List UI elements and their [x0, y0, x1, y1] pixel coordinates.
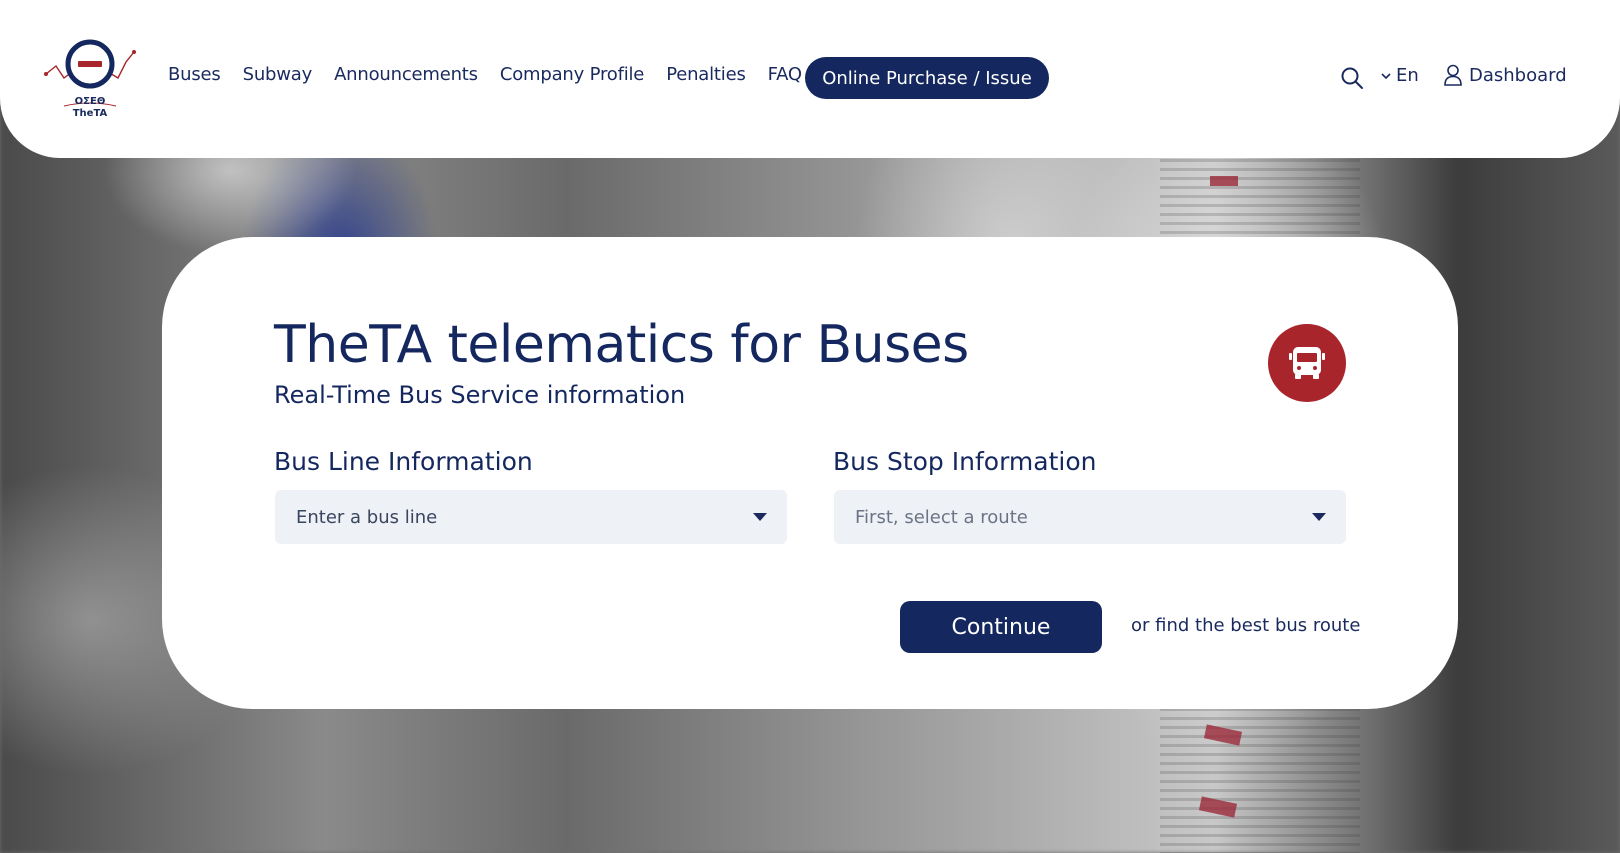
caret-down-icon [1312, 513, 1326, 521]
logo[interactable]: ΟΣΕΘ TheTA [42, 32, 138, 124]
nav-item-penalties[interactable]: Penalties [666, 64, 746, 85]
bus-telematics-card: TheTA telematics for Buses Real-Time Bus… [162, 237, 1458, 709]
chevron-down-icon [1381, 72, 1391, 79]
nav-item-faq[interactable]: FAQ [768, 64, 802, 85]
bus-stop-select[interactable]: First, select a route [834, 490, 1346, 544]
language-label: En [1396, 65, 1419, 86]
caret-down-icon [753, 513, 767, 521]
bus-line-placeholder: Enter a bus line [296, 506, 438, 528]
main-nav: Buses Subway Announcements Company Profi… [168, 64, 824, 85]
site-header: ΟΣΕΘ TheTA Buses Subway Announcements Co… [0, 0, 1620, 158]
dashboard-link[interactable]: Dashboard [1443, 64, 1567, 86]
page-title: TheTA telematics for Buses [274, 315, 969, 375]
bus-icon [1289, 347, 1325, 379]
nav-item-subway[interactable]: Subway [243, 64, 313, 85]
logo-line-1: ΟΣΕΘ [74, 96, 106, 107]
nav-item-buses[interactable]: Buses [168, 64, 221, 85]
bus-stop-label: Bus Stop Information [833, 447, 1097, 476]
page-subtitle: Real-Time Bus Service information [274, 381, 686, 409]
bus-stop-placeholder: First, select a route [855, 506, 1028, 528]
continue-button[interactable]: Continue [900, 601, 1102, 653]
bus-line-label: Bus Line Information [274, 447, 533, 476]
language-selector[interactable]: En [1380, 65, 1419, 86]
dashboard-label: Dashboard [1469, 64, 1567, 86]
background-decoration [1210, 176, 1238, 186]
logo-line-2: TheTA [72, 108, 108, 119]
bus-line-select[interactable]: Enter a bus line [275, 490, 787, 544]
search-icon[interactable] [1340, 66, 1364, 90]
nav-item-announcements[interactable]: Announcements [334, 64, 478, 85]
nav-item-company-profile[interactable]: Company Profile [500, 64, 645, 85]
user-icon [1444, 64, 1462, 86]
find-best-route-link[interactable]: or find the best bus route [1131, 615, 1360, 636]
bus-badge [1268, 324, 1346, 402]
online-purchase-button[interactable]: Online Purchase / Issue [805, 57, 1049, 99]
